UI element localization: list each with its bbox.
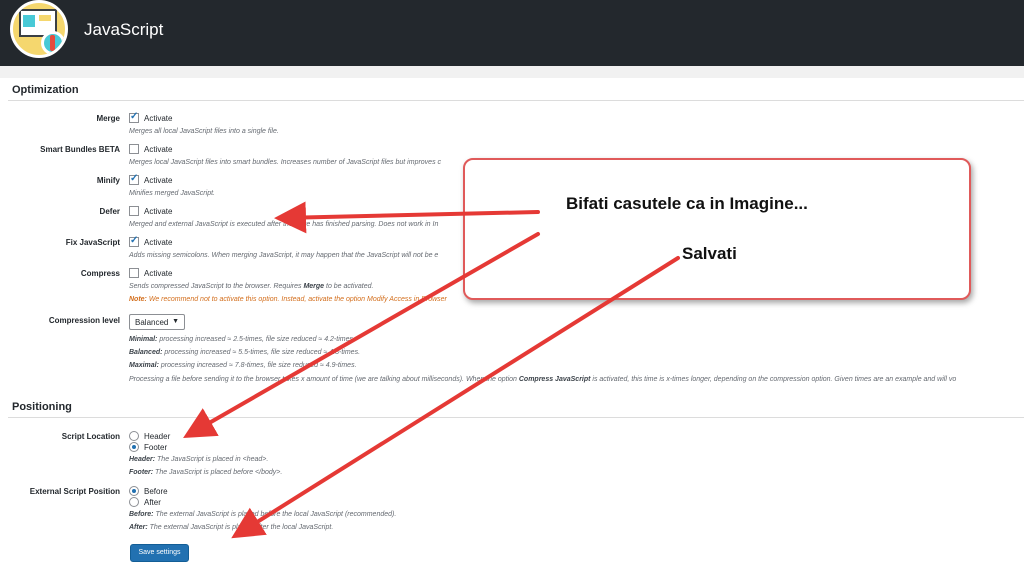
- save-settings-button[interactable]: Save settings: [130, 544, 189, 562]
- external-position-before-radio[interactable]: [129, 486, 139, 496]
- external-position-after-desc: After: The external JavaScript is placed…: [129, 524, 334, 531]
- compress-label: Compress: [80, 269, 120, 278]
- plugin-logo-icon: [10, 0, 68, 58]
- script-location-label: Script Location: [61, 432, 120, 441]
- defer-checkbox[interactable]: [129, 206, 139, 216]
- fix-javascript-checkbox[interactable]: [129, 235, 139, 247]
- minify-label: Minify: [96, 176, 120, 185]
- fix-javascript-option-label: Activate: [144, 238, 173, 247]
- compress-description: Sends compressed JavaScript to the brows…: [129, 283, 374, 290]
- external-position-before-label: Before: [144, 487, 168, 496]
- script-location-header-desc: Header: The JavaScript is placed in <hea…: [129, 456, 269, 463]
- compress-note: Note: We recommend not to activate this …: [129, 296, 447, 303]
- script-location-footer-desc: Footer: The JavaScript is placed before …: [129, 469, 283, 476]
- script-location-footer-radio[interactable]: [129, 442, 139, 452]
- annotation-callout: [463, 158, 971, 300]
- smart-bundles-description: Merges local JavaScript files into smart…: [129, 159, 442, 166]
- chevron-down-icon: ▼: [172, 318, 179, 325]
- compress-checkbox[interactable]: [129, 268, 139, 278]
- section-title-optimization: Optimization: [12, 84, 79, 96]
- external-position-label: External Script Position: [29, 487, 120, 496]
- page-title: JavaScript: [84, 20, 164, 39]
- external-position-after-radio[interactable]: [129, 497, 139, 507]
- compression-level-select[interactable]: Balanced ▼: [129, 314, 185, 330]
- defer-label: Defer: [99, 207, 120, 216]
- compression-level-label: Compression level: [48, 316, 120, 325]
- merge-option-label: Activate: [144, 114, 173, 123]
- defer-option-label: Activate: [144, 207, 173, 216]
- compress-option-label: Activate: [144, 269, 173, 278]
- external-position-before-desc: Before: The external JavaScript is place…: [129, 511, 397, 518]
- defer-description: Merged and external JavaScript is execut…: [129, 221, 439, 228]
- compression-processing-desc: Processing a file before sending it to t…: [129, 376, 957, 383]
- merge-checkbox[interactable]: [129, 111, 139, 123]
- smart-bundles-checkbox[interactable]: [129, 144, 139, 154]
- callout-save-text: Salvati: [682, 244, 737, 263]
- merge-description: Merges all local JavaScript files into a…: [129, 128, 279, 135]
- external-position-after-label: After: [144, 498, 161, 507]
- script-location-header-radio[interactable]: [129, 431, 139, 441]
- compression-balanced-desc: Balanced: processing increased ≈ 5.5-tim…: [129, 349, 361, 356]
- minify-option-label: Activate: [144, 176, 173, 185]
- section-divider: [8, 100, 1024, 101]
- callout-instruction-text: Bifati casutele ca in Imagine...: [566, 194, 808, 213]
- compression-maximal-desc: Maximal: processing increased ≈ 7.8-time…: [129, 362, 357, 369]
- smart-bundles-option-label: Activate: [144, 145, 173, 154]
- minify-description: Minifies merged JavaScript.: [129, 190, 215, 197]
- fix-javascript-description: Adds missing semicolons. When merging Ja…: [129, 252, 439, 259]
- app-header: JavaScript: [0, 0, 1024, 66]
- section-divider: [8, 417, 1024, 418]
- merge-label: Merge: [96, 114, 120, 123]
- fix-javascript-label: Fix JavaScript: [65, 238, 120, 247]
- smart-bundles-label: Smart Bundles BETA: [40, 145, 120, 154]
- script-location-header-label: Header: [144, 432, 171, 441]
- minify-checkbox[interactable]: [129, 173, 139, 185]
- script-location-footer-label: Footer: [144, 443, 168, 452]
- compression-minimal-desc: Minimal: processing increased ≈ 2.5-time…: [129, 336, 355, 343]
- section-title-positioning: Positioning: [12, 401, 72, 413]
